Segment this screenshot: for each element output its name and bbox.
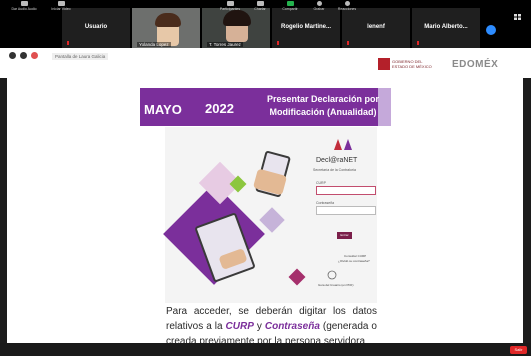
video-camera-icon — [57, 1, 65, 6]
reactions-icon — [344, 1, 350, 6]
muted-mic-icon — [67, 41, 69, 45]
user-guide-link[interactable]: Guía del Usuario (en PDF) — [318, 283, 354, 287]
gallery-view-icon[interactable] — [514, 14, 521, 20]
share-screen-button[interactable]: Compartir — [276, 1, 304, 11]
muted-mic-icon — [277, 41, 279, 45]
next-page-arrow-icon[interactable] — [486, 25, 496, 35]
banner-year: 2022 — [205, 101, 234, 116]
forgot-password-link[interactable]: ¿Olvidó su contraseña? — [338, 259, 370, 263]
gobierno-logo-icon — [378, 58, 390, 70]
declaranet-subtitle: Secretaría de la Contraloría — [313, 168, 356, 172]
record-icon — [316, 1, 322, 6]
video-label: Iniciar Video — [51, 7, 71, 11]
record-button[interactable]: Grabar — [307, 1, 331, 11]
participant-name: lenenf — [367, 24, 385, 30]
participant-tile-2[interactable]: T. Torres Jaurez — [202, 8, 270, 48]
meeting-toolbar — [0, 343, 531, 356]
participant-tile-6[interactable]: Mario Alberto... — [412, 8, 480, 48]
participant-caption: T. Torres Jaurez — [207, 42, 243, 47]
declaranet-title: Decl@raNET — [316, 157, 358, 164]
window-control-icon[interactable] — [20, 52, 27, 59]
chat-icon — [256, 1, 264, 6]
participant-name: Rogelio Martine... — [280, 24, 331, 30]
edomex-logo: EDOMÉX — [452, 59, 499, 70]
reactions-button[interactable]: Reacciones — [333, 1, 361, 11]
participant-hair — [223, 10, 251, 26]
user-guide-icon — [327, 270, 337, 280]
curp-field[interactable] — [316, 186, 376, 195]
enter-button[interactable]: Entrar — [337, 232, 352, 239]
window-control-icon[interactable] — [9, 52, 16, 59]
chat-button[interactable]: Charlar — [248, 1, 272, 11]
participant-caption: Yolanda Lopez — [137, 42, 171, 47]
share-label: Pantalla de Laura Galicia — [52, 53, 109, 60]
window-control-icon[interactable] — [31, 52, 38, 59]
participants-icon — [226, 1, 234, 6]
participant-tile-1[interactable]: Yolanda Lopez — [132, 8, 200, 48]
mute-button[interactable]: Dar Audio Audio — [4, 1, 44, 11]
microphone-icon — [20, 1, 28, 6]
participant-hair — [155, 13, 181, 27]
record-label: Grabar — [313, 7, 325, 11]
password-label: Contraseña — [316, 201, 335, 205]
chat-label: Charlar — [254, 7, 266, 11]
video-button[interactable]: Iniciar Video — [48, 1, 74, 11]
participant-name: Mario Alberto... — [424, 24, 468, 30]
participants-button[interactable]: Participantes — [215, 1, 245, 11]
consultar-curp-link[interactable]: Consultar CURP — [344, 254, 366, 258]
participant-name: Usuario — [84, 24, 108, 30]
reactions-label: Reacciones — [337, 7, 357, 11]
mute-label: Dar Audio Audio — [11, 7, 37, 11]
participant-tile-4[interactable]: Rogelio Martine... — [272, 8, 340, 48]
share-screen-icon — [286, 1, 294, 6]
share-label-toolbar: Compartir — [282, 7, 298, 11]
gobierno-logo-text: GOBIERNO DEL ESTADO DE MÉXICO — [392, 59, 432, 69]
muted-mic-icon — [417, 41, 419, 45]
declaranet-logo-icon — [334, 139, 352, 150]
curp-label: CURP — [316, 181, 326, 185]
participant-tile-3[interactable]: Usuario — [62, 8, 130, 48]
participant-tile-5[interactable]: lenenf — [342, 8, 410, 48]
password-field[interactable] — [316, 206, 376, 215]
end-meeting-button[interactable]: Salir — [510, 346, 527, 354]
banner-subtitle: Presentar Declaración por Modificación (… — [266, 94, 380, 117]
banner-month: MAYO — [144, 102, 182, 117]
participants-label: Participantes — [219, 7, 241, 11]
muted-mic-icon — [347, 41, 349, 45]
